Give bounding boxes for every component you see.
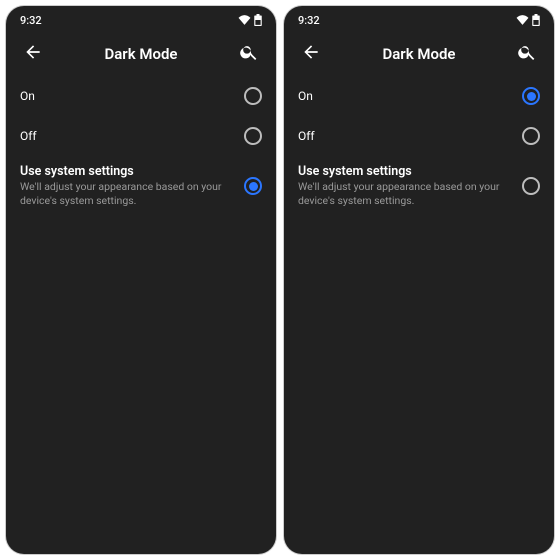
option-label: Use system settings (298, 164, 512, 179)
status-time: 9:32 (298, 14, 320, 27)
option-off[interactable]: Off (284, 116, 554, 156)
arrow-back-icon (23, 42, 43, 66)
option-label: Off (20, 129, 234, 143)
radio-on[interactable] (244, 87, 262, 105)
search-icon (517, 42, 537, 66)
option-on[interactable]: On (6, 76, 276, 116)
option-on[interactable]: On (284, 76, 554, 116)
option-label: On (20, 89, 234, 103)
battery-icon (254, 14, 262, 26)
search-icon (239, 42, 259, 66)
search-button[interactable] (232, 37, 266, 71)
status-time: 9:32 (20, 14, 42, 27)
back-button[interactable] (294, 37, 328, 71)
status-icons (238, 14, 262, 26)
status-bar: 9:32 (6, 6, 276, 32)
option-label: Off (298, 129, 512, 143)
wifi-icon (516, 15, 529, 25)
option-use-system[interactable]: Use system settings We'll adjust your ap… (284, 156, 554, 216)
back-button[interactable] (16, 37, 50, 71)
radio-use-system[interactable] (522, 177, 540, 195)
options-list: On Off Use system settings We'll adjust … (6, 76, 276, 216)
screen-right: 9:32 Dark Mode On Off (284, 6, 554, 554)
radio-off[interactable] (522, 127, 540, 145)
option-use-system[interactable]: Use system settings We'll adjust your ap… (6, 156, 276, 216)
app-bar: Dark Mode (284, 32, 554, 76)
option-off[interactable]: Off (6, 116, 276, 156)
option-subtext: We'll adjust your appearance based on yo… (20, 180, 234, 208)
radio-use-system[interactable] (244, 177, 262, 195)
screen-left: 9:32 Dark Mode On Off (6, 6, 276, 554)
radio-off[interactable] (244, 127, 262, 145)
wifi-icon (238, 15, 251, 25)
arrow-back-icon (301, 42, 321, 66)
option-label: Use system settings (20, 164, 234, 179)
option-subtext: We'll adjust your appearance based on yo… (298, 180, 512, 208)
page-title: Dark Mode (336, 45, 502, 63)
radio-on[interactable] (522, 87, 540, 105)
battery-icon (532, 14, 540, 26)
status-icons (516, 14, 540, 26)
status-bar: 9:32 (284, 6, 554, 32)
options-list: On Off Use system settings We'll adjust … (284, 76, 554, 216)
search-button[interactable] (510, 37, 544, 71)
page-title: Dark Mode (58, 45, 224, 63)
app-bar: Dark Mode (6, 32, 276, 76)
option-label: On (298, 89, 512, 103)
